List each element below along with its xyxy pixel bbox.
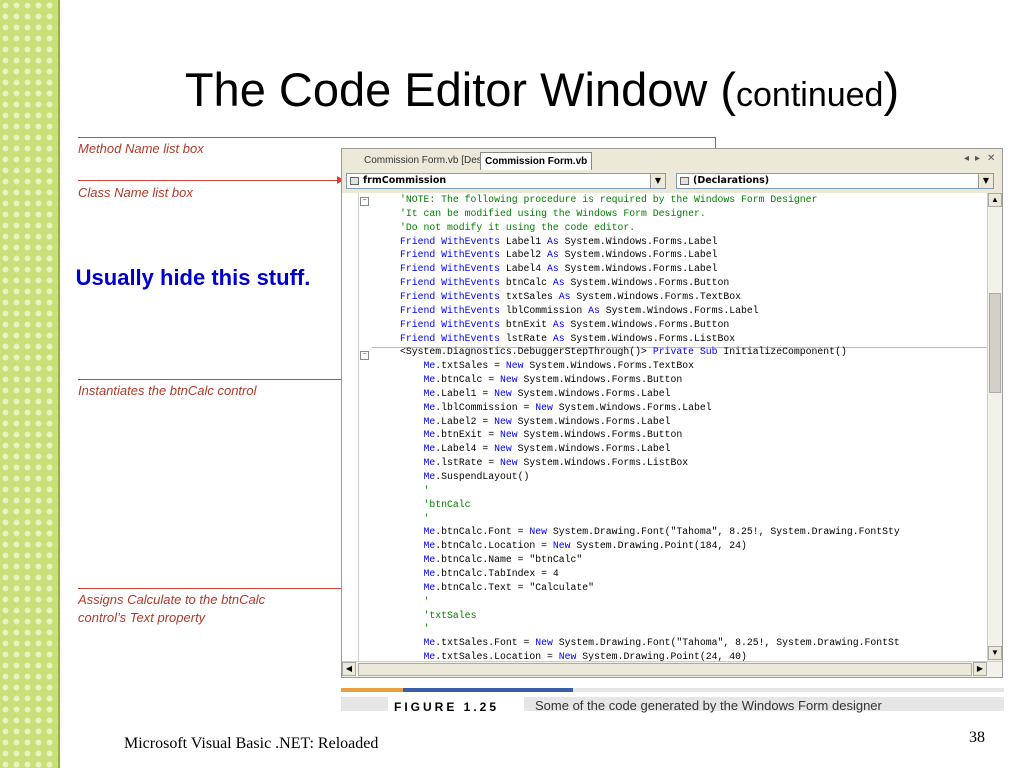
callout-assigns-line2: control’s Text property	[78, 610, 206, 625]
code-line: '	[423, 623, 430, 635]
callout-method-name: Method Name list box	[78, 141, 204, 156]
code-line: Friend WithEvents lstRate As System.Wind…	[400, 332, 736, 344]
callout-class-name: Class Name list box	[78, 185, 193, 200]
method-icon	[680, 177, 689, 185]
code-line: Me.lblCommission = New System.Windows.Fo…	[423, 401, 712, 413]
scroll-down-icon[interactable]: ▼	[988, 646, 1002, 660]
code-line: '	[423, 595, 430, 607]
editor-combo-bar: frmCommission ▼ (Declarations) ▼	[342, 171, 1002, 193]
slide-title: The Code Editor Window (continued)	[0, 62, 1024, 117]
code-line: 'txtSales	[423, 609, 477, 621]
code-line: Me.btnCalc.TabIndex = 4	[423, 567, 559, 579]
code-line: Me.btnCalc = New System.Windows.Forms.Bu…	[423, 374, 683, 386]
code-line: Friend WithEvents Label1 As System.Windo…	[400, 235, 718, 247]
tab-code[interactable]: Commission Form.vb	[480, 152, 593, 170]
title-main: The Code Editor Window (	[184, 63, 737, 116]
tab-scroll-right-icon[interactable]: ▸	[975, 153, 980, 164]
collapse-icon[interactable]: −	[360, 197, 369, 206]
callout-instantiates: Instantiates the btnCalc control	[78, 383, 257, 398]
code-line: Me.btnExit = New System.Windows.Forms.Bu…	[423, 429, 683, 441]
scroll-left-icon[interactable]: ◀	[342, 662, 356, 676]
code-line: Me.btnCalc.Text = "Calculate"	[423, 581, 595, 593]
figure-label: FIGURE 1.25	[388, 697, 524, 717]
code-line: 'NOTE: The following procedure is requir…	[400, 194, 818, 205]
code-line: '	[423, 484, 430, 496]
code-line: Friend WithEvents lblCommission As Syste…	[400, 304, 759, 316]
class-name-list-box[interactable]: frmCommission ▼	[346, 173, 666, 189]
code-line: Me.txtSales = New System.Windows.Forms.T…	[423, 360, 694, 372]
code-line: Me.Label4 = New System.Windows.Forms.Lab…	[423, 443, 671, 455]
class-combo-value: frmCommission	[363, 175, 447, 186]
code-line: 'It can be modified using the Windows Fo…	[400, 207, 706, 219]
vertical-scroll-thumb[interactable]	[989, 293, 1001, 393]
code-line: Me.txtSales.Location = New System.Drawin…	[423, 651, 747, 661]
vertical-scrollbar[interactable]: ▲ ▼	[987, 193, 1002, 661]
page-number: 38	[969, 729, 985, 746]
code-line: Friend WithEvents Label2 As System.Windo…	[400, 249, 718, 261]
callout-line-class-name	[78, 180, 340, 181]
code-line: Friend WithEvents txtSales As System.Win…	[400, 290, 742, 302]
figure-caption: Some of the code generated by the Window…	[535, 698, 882, 713]
tab-scroll-left-icon[interactable]: ◂	[964, 153, 969, 164]
code-line: Me.Label2 = New System.Windows.Forms.Lab…	[423, 415, 671, 427]
code-line: '	[423, 512, 430, 524]
code-line: Friend WithEvents Label4 As System.Windo…	[400, 263, 718, 275]
code-line: 'Do not modify it using the code editor.	[400, 221, 636, 233]
figure-band-left	[341, 697, 388, 711]
horizontal-scroll-thumb[interactable]	[358, 663, 972, 676]
callout-assigns-line1: Assigns Calculate to the btnCalc	[78, 592, 266, 607]
code-line: 'btnCalc	[423, 498, 471, 510]
class-icon	[350, 177, 359, 185]
horizontal-scrollbar[interactable]: ◀ ▶	[342, 661, 1002, 677]
chevron-down-icon[interactable]: ▼	[978, 174, 993, 188]
method-name-list-box[interactable]: (Declarations) ▼	[676, 173, 994, 189]
outline-gutter	[358, 193, 359, 661]
code-line: Me.lstRate = New System.Windows.Forms.Li…	[423, 457, 689, 469]
chevron-down-icon[interactable]: ▼	[650, 174, 665, 188]
code-line: Me.txtSales.Font = New System.Drawing.Fo…	[423, 637, 900, 649]
method-combo-value: (Declarations)	[693, 175, 770, 186]
code-area[interactable]: − − 'NOTE: The following procedure is re…	[342, 193, 987, 661]
title-close: )	[883, 63, 900, 116]
code-line: Friend WithEvents btnExit As System.Wind…	[400, 318, 730, 330]
scroll-up-icon[interactable]: ▲	[988, 193, 1002, 207]
scroll-right-icon[interactable]: ▶	[973, 662, 987, 676]
code-line: Me.btnCalc.Font = New System.Drawing.Fon…	[423, 526, 900, 538]
code-line: Me.btnCalc.Name = "btnCalc"	[423, 554, 583, 566]
figure-bar-orange	[341, 688, 403, 692]
code-editor-window: Commission Form.vb [Design] Commission F…	[341, 148, 1003, 678]
code-line: <System.Diagnostics.DebuggerStepThrough(…	[400, 346, 847, 358]
title-continued: continued	[736, 76, 884, 114]
close-icon[interactable]: ✕	[987, 153, 995, 164]
collapse-icon[interactable]: −	[360, 351, 369, 360]
note-text: Usually hide this stuff.	[75, 265, 311, 290]
slide-footer: Microsoft Visual Basic .NET: Reloaded	[124, 735, 379, 752]
figure-bar-gray	[573, 688, 1004, 692]
code-line: Me.SuspendLayout()	[423, 471, 530, 482]
callout-line-method-name	[78, 137, 716, 138]
figure-bar-blue	[403, 688, 573, 692]
code-line: Me.btnCalc.Location = New System.Drawing…	[423, 540, 747, 552]
editor-tab-bar: Commission Form.vb [Design] Commission F…	[342, 149, 1002, 172]
code-line: Me.Label1 = New System.Windows.Forms.Lab…	[423, 387, 671, 399]
code-line: Friend WithEvents btnCalc As System.Wind…	[400, 277, 730, 289]
